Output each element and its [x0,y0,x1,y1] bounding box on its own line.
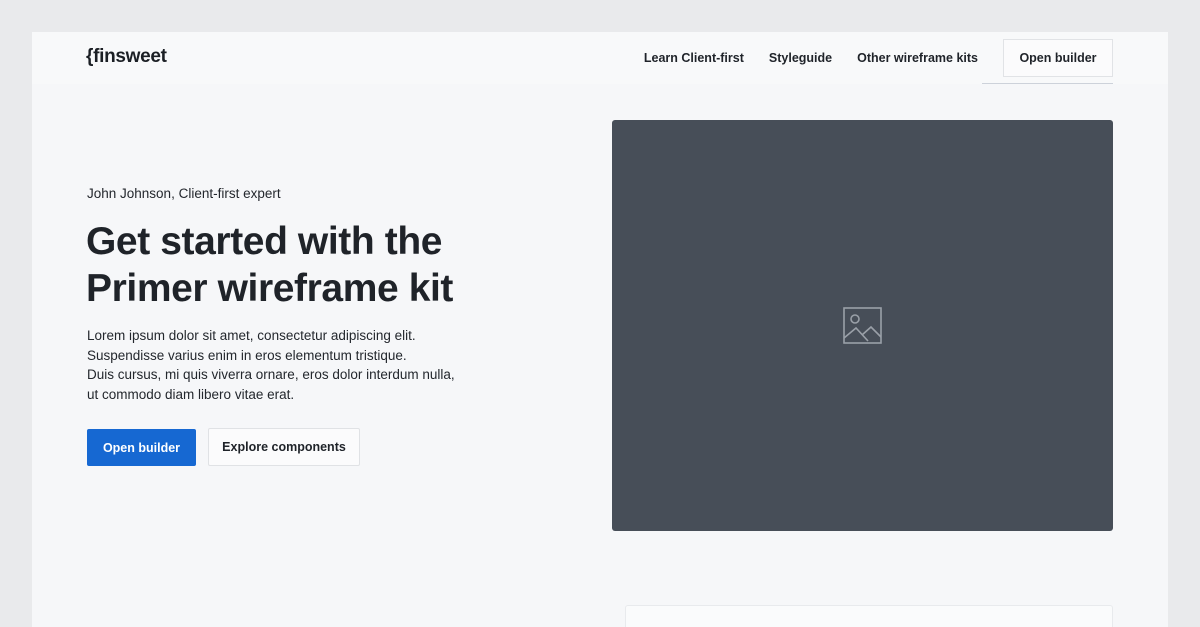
hero-body-line: Lorem ipsum dolor sit amet, consectetur … [87,328,416,343]
hero-body-line: Duis cursus, mi quis viverra ornare, ero… [87,367,455,382]
image-placeholder-icon [842,306,882,344]
nav-link-learn-client-first[interactable]: Learn Client-first [644,51,744,65]
navbar: {finsweet Learn Client-first Styleguide … [32,32,1168,84]
hero-headline: Get started with the Primer wireframe ki… [86,218,556,312]
open-builder-button[interactable]: Open builder [87,429,196,466]
hero-body-line: ut commodo diam libero vitae erat. [87,386,295,402]
hero-body-line: Suspendisse varius enim in eros elementu… [87,347,407,363]
nav-link-other-wireframe-kits[interactable]: Other wireframe kits [857,51,978,65]
nav-open-builder-button[interactable]: Open builder [1003,39,1113,77]
hero-eyebrow: John Johnson, Client-first expert [87,186,281,201]
bottom-card-partial [625,605,1113,627]
page: {finsweet Learn Client-first Styleguide … [32,32,1168,627]
nav-underline [982,83,1113,84]
explore-components-button[interactable]: Explore components [208,428,360,466]
finsweet-logo[interactable]: {finsweet [86,46,167,68]
hero-body: Lorem ipsum dolor sit amet, consectetur … [87,326,487,404]
hero-headline-line1: Get started with the [86,220,443,263]
hero-image-placeholder [612,120,1113,531]
hero-headline-line2: Primer wireframe kit [86,267,454,310]
nav-links: Learn Client-first Styleguide Other wire… [644,32,1113,84]
nav-link-styleguide[interactable]: Styleguide [769,51,832,65]
